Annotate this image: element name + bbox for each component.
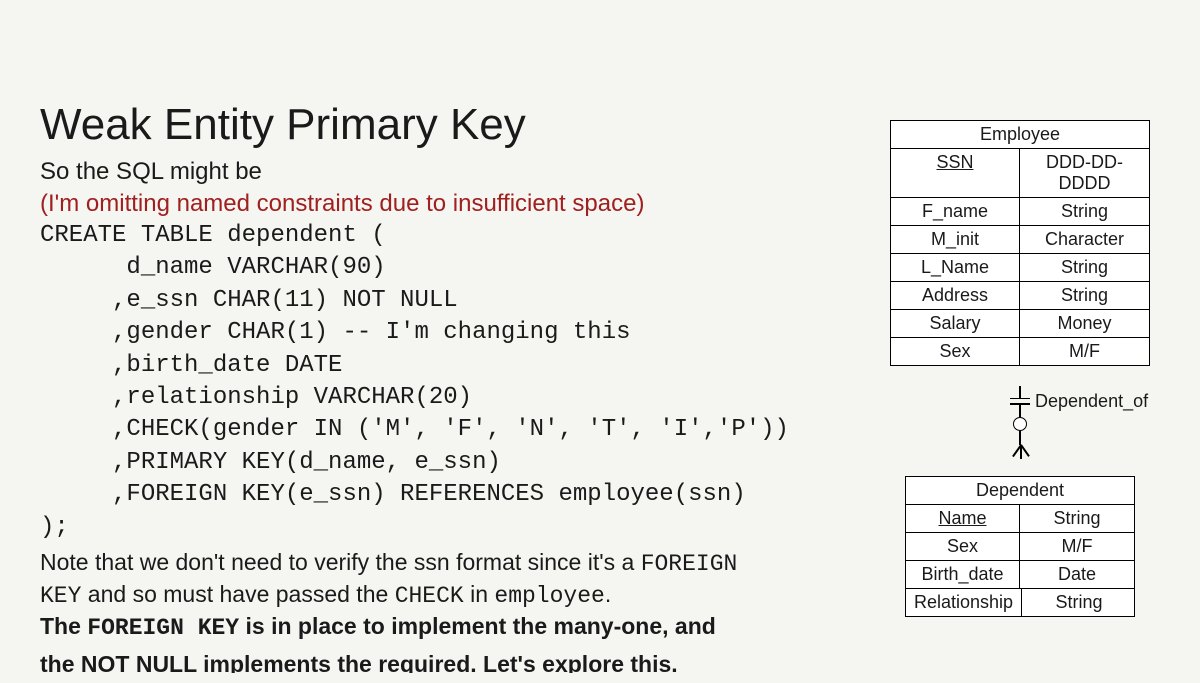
entity-attr-row: SexM/F xyxy=(891,338,1149,365)
employee-attrs: SSNDDD-DD-DDDDF_nameStringM_initCharacte… xyxy=(891,149,1149,365)
entity-attr-row: L_NameString xyxy=(891,254,1149,282)
main-text: Weak Entity Primary Key So the SQL might… xyxy=(40,20,780,666)
attr-name: Sex xyxy=(891,338,1020,365)
attr-name: Relationship xyxy=(906,589,1022,616)
attr-type: M/F xyxy=(1020,338,1149,365)
attr-type: String xyxy=(1020,254,1149,281)
dependent-attrs: NameStringSexM/FBirth_dateDateRelationsh… xyxy=(906,505,1134,616)
attr-type: String xyxy=(1020,198,1149,225)
attr-type: DDD-DD-DDDD xyxy=(1020,149,1149,197)
sql-code: CREATE TABLE dependent ( d_name VARCHAR(… xyxy=(40,220,780,544)
attr-type: String xyxy=(1020,282,1149,309)
relationship-label: Dependent_of xyxy=(1035,391,1148,412)
entity-attr-row: SSNDDD-DD-DDDD xyxy=(891,149,1149,198)
entity-attr-row: AddressString xyxy=(891,282,1149,310)
cutoff-line: the NOT NULL implements the required. Le… xyxy=(40,651,780,673)
attr-name: SSN xyxy=(891,149,1020,197)
explanation-note: Note that we don't need to verify the ss… xyxy=(40,548,780,644)
attr-type: String xyxy=(1020,505,1134,532)
entity-attr-row: SalaryMoney xyxy=(891,310,1149,338)
entity-attr-row: F_nameString xyxy=(891,198,1149,226)
attr-name: F_name xyxy=(891,198,1020,225)
slide-title: Weak Entity Primary Key xyxy=(40,100,780,150)
attr-type: Character xyxy=(1020,226,1149,253)
omit-note: (I'm omitting named constraints due to i… xyxy=(40,190,780,218)
attr-name: Sex xyxy=(906,533,1020,560)
attr-type: Money xyxy=(1020,310,1149,337)
attr-type: Date xyxy=(1020,561,1134,588)
employee-header: Employee xyxy=(891,121,1149,149)
er-diagram: Employee SSNDDD-DD-DDDDF_nameStringM_ini… xyxy=(870,120,1160,617)
entity-attr-row: NameString xyxy=(906,505,1134,533)
entity-attr-row: SexM/F xyxy=(906,533,1134,561)
employee-entity: Employee SSNDDD-DD-DDDDF_nameStringM_ini… xyxy=(890,120,1150,366)
relationship-connector: Dependent_of xyxy=(890,366,1150,476)
attr-name: M_init xyxy=(891,226,1020,253)
attr-name: Address xyxy=(891,282,1020,309)
attr-name: Birth_date xyxy=(906,561,1020,588)
attr-type: String xyxy=(1022,589,1136,616)
dependent-entity: Dependent NameStringSexM/FBirth_dateDate… xyxy=(905,476,1135,617)
entity-attr-row: M_initCharacter xyxy=(891,226,1149,254)
subtitle: So the SQL might be xyxy=(40,158,780,186)
attr-name: Name xyxy=(906,505,1020,532)
attr-type: M/F xyxy=(1020,533,1134,560)
attr-name: L_Name xyxy=(891,254,1020,281)
entity-attr-row: Birth_dateDate xyxy=(906,561,1134,589)
attr-name: Salary xyxy=(891,310,1020,337)
dependent-header: Dependent xyxy=(906,477,1134,505)
entity-attr-row: RelationshipString xyxy=(906,589,1134,616)
